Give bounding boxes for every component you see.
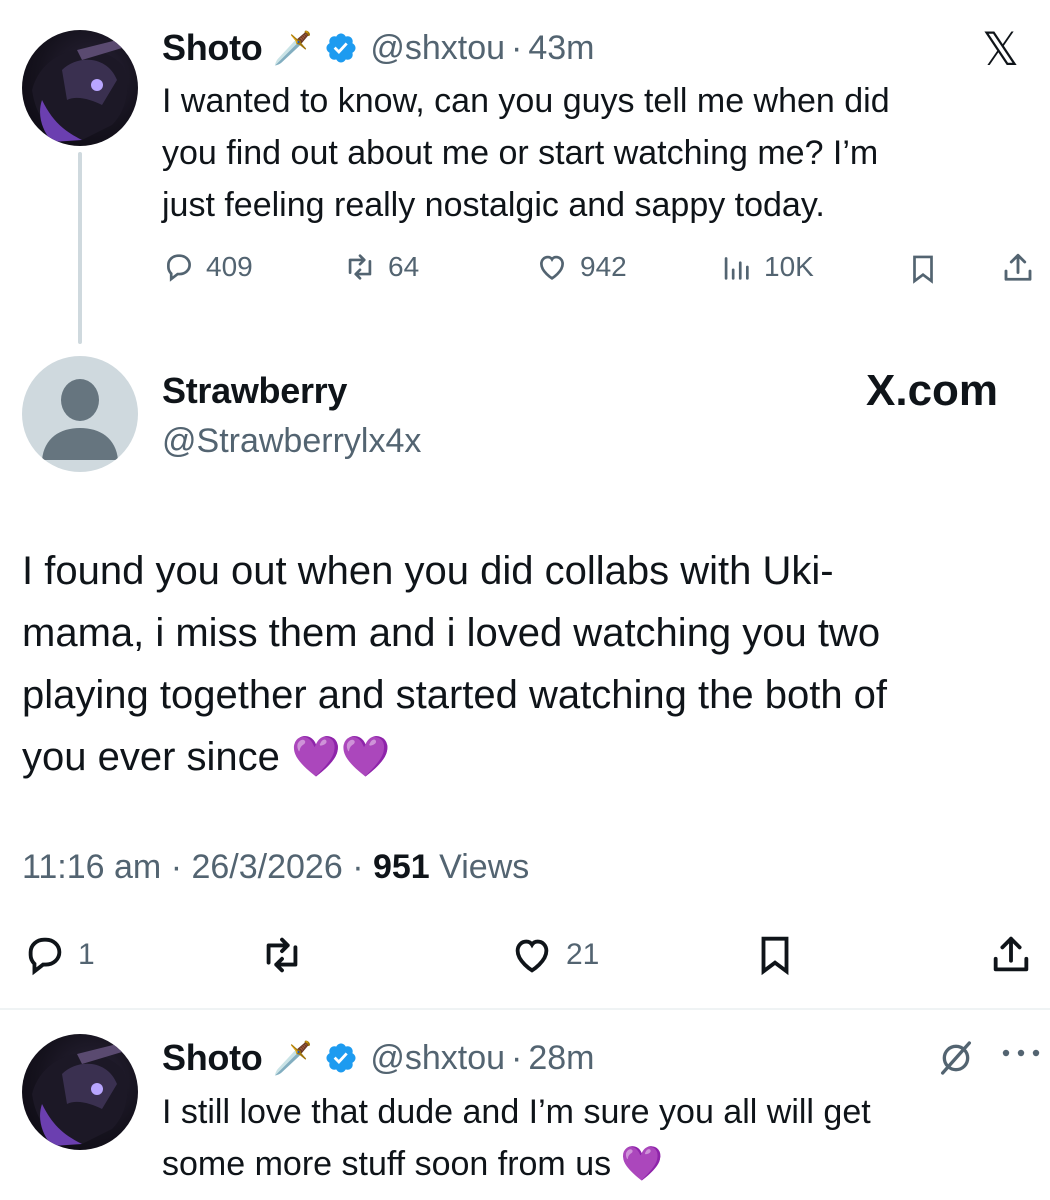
avatar-image bbox=[32, 1044, 128, 1146]
views-count: 951 bbox=[372, 848, 430, 886]
tweet3-text: I still love that dude and I’m sure you … bbox=[162, 1086, 1032, 1190]
avatar-image bbox=[32, 40, 128, 142]
reply-count: 409 bbox=[206, 251, 253, 282]
author-handle[interactable]: @shxtou bbox=[370, 29, 505, 68]
reply-button[interactable]: 409 bbox=[162, 250, 253, 284]
shoto-avatar[interactable] bbox=[22, 30, 138, 146]
tweet1-text: I wanted to know, can you guys tell me w… bbox=[162, 75, 1032, 231]
separator-dot: · bbox=[170, 848, 183, 886]
tweet-text-line: I still love that dude and I’m sure you … bbox=[162, 1093, 871, 1131]
default-avatar-icon bbox=[42, 379, 118, 460]
tweet1-actions: 409 64 942 10K bbox=[162, 250, 1042, 290]
bookmark-button[interactable] bbox=[752, 932, 798, 978]
tweet3-header: Shoto 🗡️ @shxtou · 28m bbox=[162, 1036, 595, 1080]
like-count: 942 bbox=[580, 251, 627, 282]
reply-icon bbox=[22, 932, 68, 978]
repost-icon bbox=[258, 932, 306, 978]
share-icon bbox=[1000, 250, 1036, 286]
tweet-text-line: playing together and started watching th… bbox=[22, 673, 888, 717]
post-time[interactable]: 28m bbox=[528, 1039, 594, 1078]
like-button[interactable]: 942 bbox=[534, 250, 627, 284]
grok-icon[interactable] bbox=[936, 1038, 976, 1083]
post-time[interactable]: 43m bbox=[528, 29, 594, 68]
share-button[interactable] bbox=[1000, 250, 1036, 286]
views-label: Views bbox=[439, 848, 530, 886]
like-button[interactable]: 21 bbox=[508, 932, 599, 978]
tweet-text-line: you ever since 💜💜 bbox=[22, 735, 391, 779]
author-name[interactable]: Strawberry bbox=[162, 370, 347, 412]
thread-line bbox=[78, 152, 82, 344]
x-logo-icon: 𝕏 bbox=[982, 23, 1020, 75]
tweet-text-line: just feeling really nostalgic and sappy … bbox=[162, 186, 825, 224]
dagger-icon: 🗡️ bbox=[272, 1040, 313, 1076]
heart-icon bbox=[508, 932, 556, 978]
views-count: 10K bbox=[764, 251, 814, 282]
bookmark-icon bbox=[752, 932, 798, 978]
views-button[interactable]: 10K bbox=[718, 250, 814, 284]
author-handle[interactable]: @shxtou bbox=[370, 1039, 505, 1078]
post-date[interactable]: 26/3/2026 bbox=[191, 848, 342, 886]
repost-button[interactable]: 64 bbox=[342, 250, 419, 284]
tweet1-header: Shoto 🗡️ @shxtou · 43m bbox=[162, 26, 595, 70]
share-button[interactable] bbox=[988, 932, 1034, 978]
tweet-text-line: you find out about me or start watching … bbox=[162, 134, 879, 172]
heart-icon bbox=[534, 250, 570, 284]
separator-dot: · bbox=[352, 848, 364, 886]
tweet-text-line: I found you out when you did collabs wit… bbox=[22, 549, 834, 593]
dagger-icon: 🗡️ bbox=[272, 30, 313, 66]
separator-dot: · bbox=[511, 28, 523, 67]
repost-icon bbox=[342, 250, 378, 284]
author-handle[interactable]: @Strawberrylx4x bbox=[162, 422, 421, 461]
x-com-watermark: X.com bbox=[866, 366, 999, 415]
share-icon bbox=[988, 932, 1034, 978]
reply-icon bbox=[162, 250, 196, 284]
author-name[interactable]: Shoto bbox=[162, 1037, 263, 1079]
post-time[interactable]: 11:16 am bbox=[22, 848, 161, 886]
like-count: 21 bbox=[566, 938, 600, 971]
verified-badge-icon bbox=[324, 1041, 358, 1075]
repost-count: 64 bbox=[388, 251, 420, 282]
tweet2-text: I found you out when you did collabs wit… bbox=[22, 540, 1032, 788]
bookmark-icon bbox=[906, 252, 940, 286]
shoto-avatar[interactable] bbox=[22, 1034, 138, 1150]
reply-count: 1 bbox=[78, 938, 95, 971]
tweet2-actions: 1 21 bbox=[22, 932, 1032, 982]
bookmark-button[interactable] bbox=[906, 252, 940, 286]
tweet-text-line: some more stuff soon from us 💜 bbox=[162, 1145, 663, 1183]
tweet2-meta: 11:16 am · 26/3/2026 · 951 Views bbox=[22, 848, 529, 887]
verified-badge-icon bbox=[324, 31, 358, 65]
separator-dot: · bbox=[511, 1038, 523, 1077]
analytics-icon bbox=[718, 250, 754, 284]
author-name[interactable]: Shoto bbox=[162, 27, 263, 69]
tweet-text-line: I wanted to know, can you guys tell me w… bbox=[162, 82, 890, 120]
divider bbox=[0, 1008, 1050, 1010]
more-options-icon[interactable] bbox=[1000, 1046, 1042, 1065]
default-avatar[interactable] bbox=[22, 356, 138, 472]
repost-button[interactable] bbox=[258, 932, 306, 978]
reply-button[interactable]: 1 bbox=[22, 932, 95, 978]
tweet-text-line: mama, i miss them and i loved watching y… bbox=[22, 611, 881, 655]
